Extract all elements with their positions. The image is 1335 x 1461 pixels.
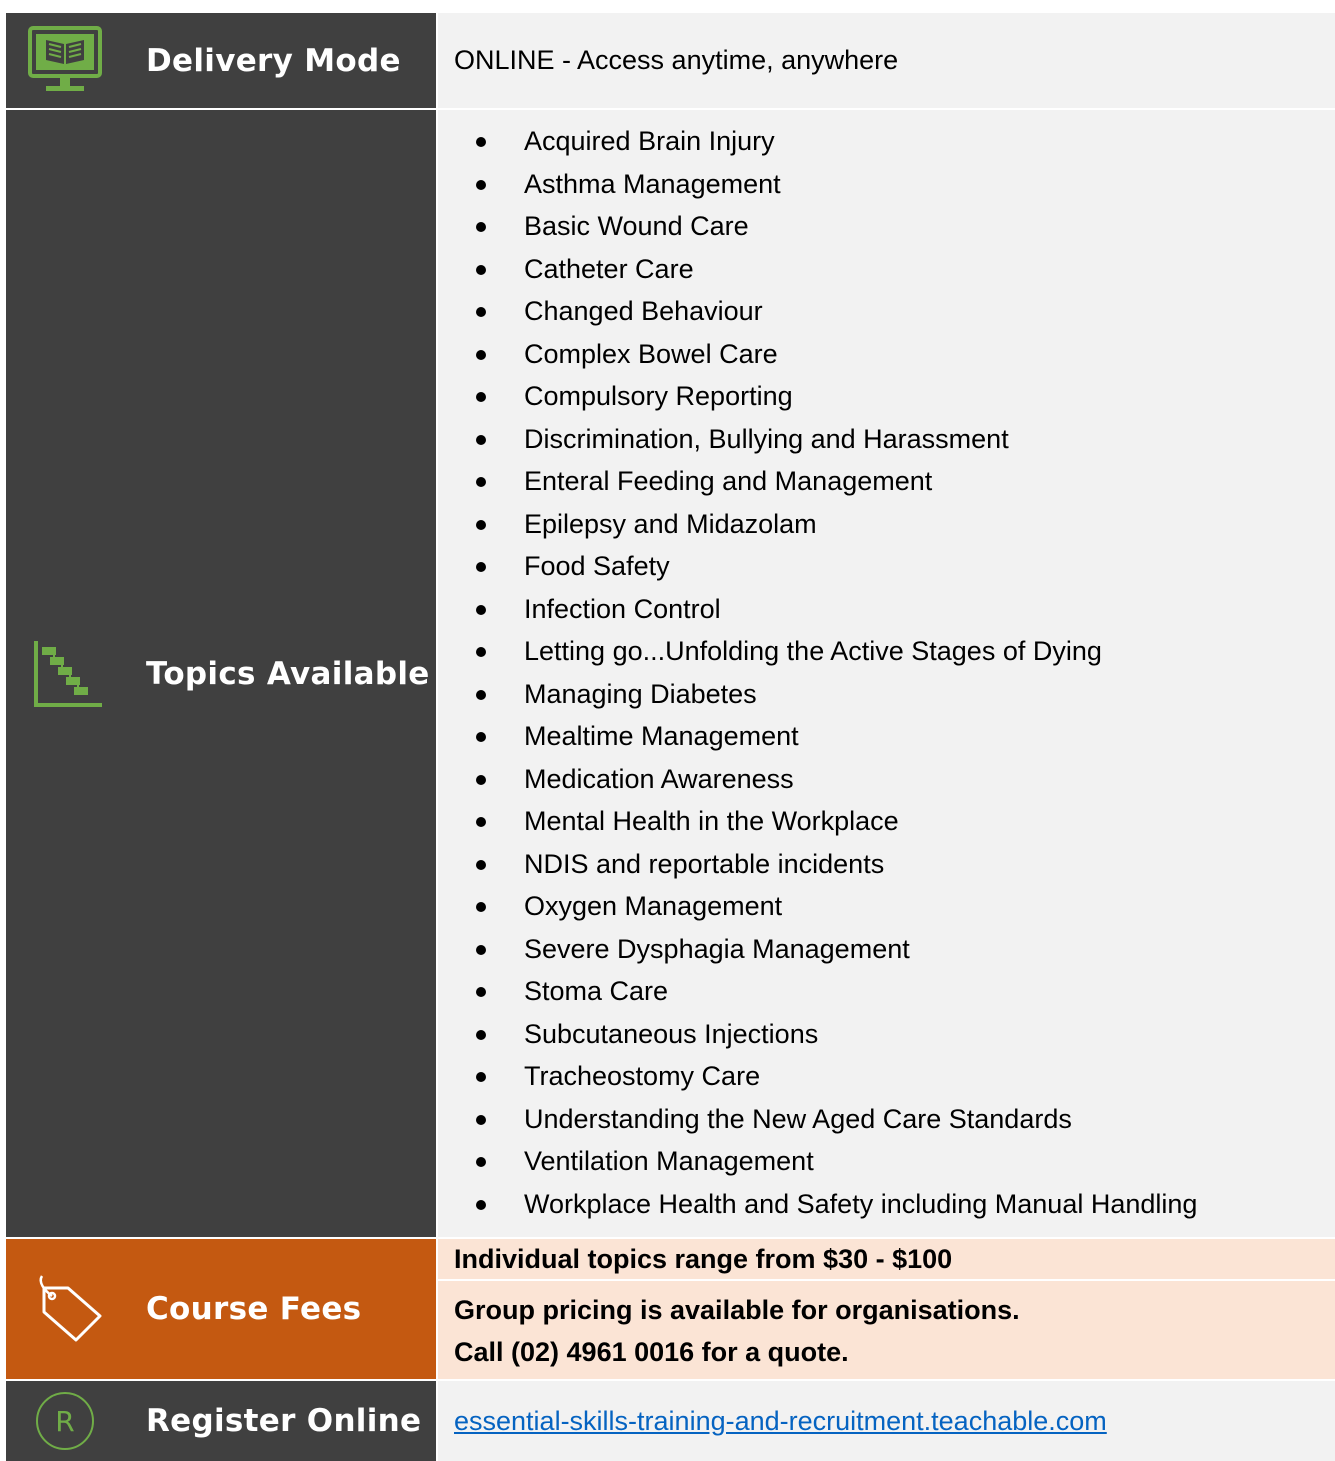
register-value-wrapper: essential-skills-training-and-recruitmen…	[438, 1381, 1335, 1461]
register-label-cell: R Register Online	[6, 1381, 438, 1461]
topic-item: Workplace Health and Safety including Ma…	[438, 1183, 1335, 1226]
topic-item: NDIS and reportable incidents	[438, 843, 1335, 886]
delivery-mode-label: Delivery Mode	[146, 42, 401, 79]
topics-label-cell: Topics Available	[6, 110, 438, 1237]
topic-item: Mental Health in the Workplace	[438, 800, 1335, 843]
delivery-mode-value: ONLINE - Access anytime, anywhere	[454, 45, 899, 75]
topic-item: Mealtime Management	[438, 715, 1335, 758]
topic-item: Epilepsy and Midazolam	[438, 503, 1335, 546]
topic-item: Catheter Care	[438, 248, 1335, 291]
topic-item: Letting go...Unfolding the Active Stages…	[438, 630, 1335, 673]
course-info-table: Delivery Mode ONLINE - Access anytime, a…	[6, 13, 1335, 1461]
register-link[interactable]: essential-skills-training-and-recruitmen…	[454, 1406, 1107, 1437]
delivery-mode-row: Delivery Mode ONLINE - Access anytime, a…	[6, 13, 1335, 110]
topic-item: Managing Diabetes	[438, 673, 1335, 716]
course-fees-label-cell: Course Fees	[6, 1239, 438, 1379]
topics-row: Topics Available Acquired Brain Injury As…	[6, 110, 1335, 1239]
fee-call-line: Call (02) 4961 0016 for a quote.	[454, 1337, 849, 1367]
delivery-mode-label-cell: Delivery Mode	[6, 13, 438, 108]
register-value-cell: essential-skills-training-and-recruitmen…	[438, 1381, 1335, 1461]
topic-item: Acquired Brain Injury	[438, 120, 1335, 163]
monitor-book-icon	[24, 25, 106, 96]
svg-text:R: R	[55, 1405, 74, 1438]
delivery-mode-value-cell: ONLINE - Access anytime, anywhere	[438, 13, 1335, 108]
fee-group-pricing: Group pricing is available for organisat…	[438, 1281, 1335, 1379]
topic-item: Compulsory Reporting	[438, 375, 1335, 418]
topic-item: Understanding the New Aged Care Standard…	[438, 1098, 1335, 1141]
topic-item: Asthma Management	[438, 163, 1335, 206]
topic-item: Ventilation Management	[438, 1140, 1335, 1183]
course-fees-label: Course Fees	[146, 1291, 362, 1327]
topic-item: Enteral Feeding and Management	[438, 460, 1335, 503]
staircase-chart-icon	[24, 639, 106, 709]
price-tag-icon	[24, 1274, 106, 1344]
course-fees-row: Course Fees Individual topics range from…	[6, 1239, 1335, 1381]
registered-icon: R	[24, 1386, 106, 1456]
topic-item: Changed Behaviour	[438, 290, 1335, 333]
fee-group-line: Group pricing is available for organisat…	[454, 1295, 1020, 1325]
register-label: Register Online	[146, 1403, 422, 1439]
topic-item: Food Safety	[438, 545, 1335, 588]
fee-individual-range: Individual topics range from $30 - $100	[438, 1239, 1335, 1281]
topic-item: Medication Awareness	[438, 758, 1335, 801]
topic-item: Oxygen Management	[438, 885, 1335, 928]
topic-item: Severe Dysphagia Management	[438, 928, 1335, 971]
topic-item: Basic Wound Care	[438, 205, 1335, 248]
topic-item: Stoma Care	[438, 970, 1335, 1013]
topics-list: Acquired Brain Injury Asthma Management Ba…	[438, 110, 1335, 1237]
topic-item: Infection Control	[438, 588, 1335, 631]
register-row: R Register Online essential-skills-train…	[6, 1381, 1335, 1461]
course-fees-value-cell: Individual topics range from $30 - $100 …	[438, 1239, 1335, 1379]
topic-item: Tracheostomy Care	[438, 1055, 1335, 1098]
topics-label: Topics Available	[146, 655, 430, 692]
topic-item: Complex Bowel Care	[438, 333, 1335, 376]
topic-item: Discrimination, Bullying and Harassment	[438, 418, 1335, 461]
topic-item: Subcutaneous Injections	[438, 1013, 1335, 1056]
topics-value-cell: Acquired Brain Injury Asthma Management Ba…	[438, 110, 1335, 1237]
